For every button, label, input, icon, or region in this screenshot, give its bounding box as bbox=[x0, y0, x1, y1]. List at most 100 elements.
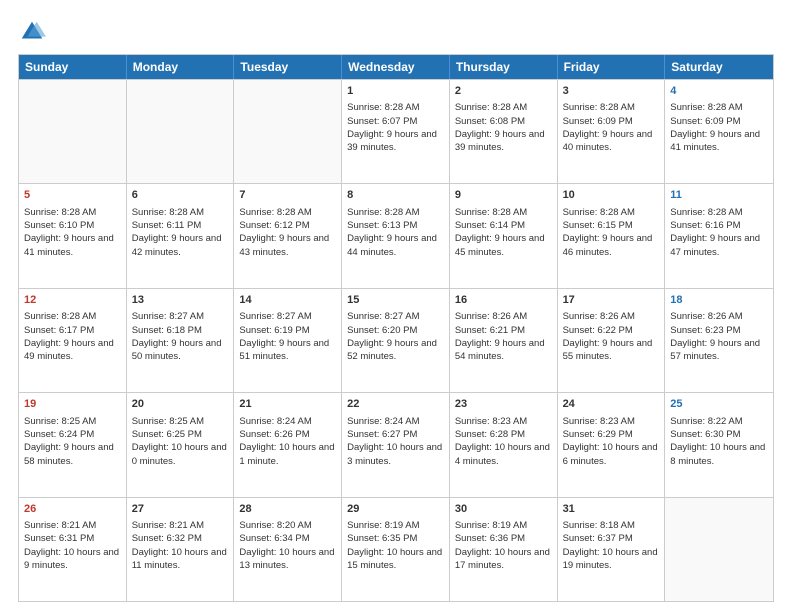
cal-cell bbox=[665, 498, 773, 601]
daylight-text: Daylight: 10 hours and 9 minutes. bbox=[24, 547, 119, 571]
sunrise-text: Sunrise: 8:25 AM bbox=[24, 416, 96, 427]
sunrise-text: Sunrise: 8:28 AM bbox=[239, 207, 311, 218]
daylight-text: Daylight: 9 hours and 41 minutes. bbox=[24, 233, 114, 257]
col-header-saturday: Saturday bbox=[665, 55, 773, 79]
daylight-text: Daylight: 10 hours and 8 minutes. bbox=[670, 442, 765, 466]
daylight-text: Daylight: 10 hours and 6 minutes. bbox=[563, 442, 658, 466]
sunset-text: Sunset: 6:19 PM bbox=[239, 325, 309, 336]
sunset-text: Sunset: 6:35 PM bbox=[347, 533, 417, 544]
sunrise-text: Sunrise: 8:19 AM bbox=[347, 520, 419, 531]
cal-cell: 18Sunrise: 8:26 AMSunset: 6:23 PMDayligh… bbox=[665, 289, 773, 392]
day-number: 1 bbox=[347, 84, 444, 99]
sunset-text: Sunset: 6:21 PM bbox=[455, 325, 525, 336]
cal-cell: 29 Sunrise: 8:19 AM Sunset: 6:35 PM Dayligh… bbox=[342, 498, 450, 601]
sunset-text: Sunset: 6:13 PM bbox=[347, 220, 417, 231]
sunset-text: Sunset: 6:20 PM bbox=[347, 325, 417, 336]
cal-cell bbox=[234, 80, 342, 183]
sunset-text: Sunset: 6:10 PM bbox=[24, 220, 94, 231]
sunrise-text: Sunrise: 8:24 AM bbox=[347, 416, 419, 427]
day-number: 29 bbox=[347, 502, 444, 517]
sunrise-text: Sunrise: 8:28 AM bbox=[455, 102, 527, 113]
cal-cell: 14Sunrise: 8:27 AMSunset: 6:19 PMDayligh… bbox=[234, 289, 342, 392]
sunrise-text: Sunrise: 8:27 AM bbox=[239, 311, 311, 322]
sunrise-text: Sunrise: 8:28 AM bbox=[563, 102, 635, 113]
cal-cell: 15Sunrise: 8:27 AMSunset: 6:20 PMDayligh… bbox=[342, 289, 450, 392]
sunrise-text: Sunrise: 8:28 AM bbox=[455, 207, 527, 218]
daylight-text: Daylight: 9 hours and 39 minutes. bbox=[455, 129, 545, 153]
sunset-text: Sunset: 6:11 PM bbox=[132, 220, 202, 231]
day-number: 31 bbox=[563, 502, 660, 517]
daylight-text: Daylight: 10 hours and 4 minutes. bbox=[455, 442, 550, 466]
sunset-text: Sunset: 6:31 PM bbox=[24, 533, 94, 544]
daylight-text: Daylight: 9 hours and 44 minutes. bbox=[347, 233, 437, 257]
sunrise-text: Sunrise: 8:21 AM bbox=[24, 520, 96, 531]
cal-cell: 12Sunrise: 8:28 AMSunset: 6:17 PMDayligh… bbox=[19, 289, 127, 392]
daylight-text: Daylight: 9 hours and 52 minutes. bbox=[347, 338, 437, 362]
sunrise-text: Sunrise: 8:18 AM bbox=[563, 520, 635, 531]
cal-cell: 22Sunrise: 8:24 AMSunset: 6:27 PMDayligh… bbox=[342, 393, 450, 496]
page: SundayMondayTuesdayWednesdayThursdayFrid… bbox=[0, 0, 792, 612]
day-number: 4 bbox=[670, 84, 768, 99]
sunset-text: Sunset: 6:14 PM bbox=[455, 220, 525, 231]
cal-cell: 31Sunrise: 8:18 AMSunset: 6:37 PMDayligh… bbox=[558, 498, 666, 601]
day-number: 13 bbox=[132, 293, 229, 308]
sunset-text: Sunset: 6:32 PM bbox=[132, 533, 202, 544]
cal-cell: 11Sunrise: 8:28 AMSunset: 6:16 PMDayligh… bbox=[665, 184, 773, 287]
sunrise-text: Sunrise: 8:22 AM bbox=[670, 416, 742, 427]
daylight-text: Daylight: 9 hours and 58 minutes. bbox=[24, 442, 114, 466]
col-header-monday: Monday bbox=[127, 55, 235, 79]
day-number: 5 bbox=[24, 188, 121, 203]
cal-cell: 1Sunrise: 8:28 AMSunset: 6:07 PMDaylight… bbox=[342, 80, 450, 183]
day-number: 20 bbox=[132, 397, 229, 412]
day-number: 18 bbox=[670, 293, 768, 308]
week-row-2: 5 Sunrise: 8:28 AM Sunset: 6:10 PM Daylight… bbox=[19, 183, 773, 287]
cal-cell: 24Sunrise: 8:23 AMSunset: 6:29 PMDayligh… bbox=[558, 393, 666, 496]
daylight-text: Daylight: 9 hours and 55 minutes. bbox=[563, 338, 653, 362]
sunset-text: Sunset: 6:09 PM bbox=[670, 116, 740, 127]
day-number: 7 bbox=[239, 188, 336, 203]
day-number: 15 bbox=[347, 293, 444, 308]
day-number: 10 bbox=[563, 188, 660, 203]
sunset-text: Sunset: 6:27 PM bbox=[347, 429, 417, 440]
sunrise-text: Sunrise: 8:26 AM bbox=[563, 311, 635, 322]
daylight-text: Daylight: 9 hours and 41 minutes. bbox=[670, 129, 760, 153]
daylight-text: Daylight: 9 hours and 39 minutes. bbox=[347, 129, 437, 153]
sunrise-text: Sunrise: 8:23 AM bbox=[563, 416, 635, 427]
sunrise-text: Sunrise: 8:28 AM bbox=[24, 311, 96, 322]
cal-cell: 23Sunrise: 8:23 AMSunset: 6:28 PMDayligh… bbox=[450, 393, 558, 496]
week-row-3: 12Sunrise: 8:28 AMSunset: 6:17 PMDayligh… bbox=[19, 288, 773, 392]
calendar-body: 1Sunrise: 8:28 AMSunset: 6:07 PMDaylight… bbox=[19, 79, 773, 601]
daylight-text: Daylight: 9 hours and 46 minutes. bbox=[563, 233, 653, 257]
sunset-text: Sunset: 6:09 PM bbox=[563, 116, 633, 127]
col-header-sunday: Sunday bbox=[19, 55, 127, 79]
daylight-text: Daylight: 9 hours and 40 minutes. bbox=[563, 129, 653, 153]
cal-cell: 8Sunrise: 8:28 AMSunset: 6:13 PMDaylight… bbox=[342, 184, 450, 287]
logo bbox=[18, 18, 50, 46]
day-number: 12 bbox=[24, 293, 121, 308]
daylight-text: Daylight: 9 hours and 45 minutes. bbox=[455, 233, 545, 257]
daylight-text: Daylight: 10 hours and 0 minutes. bbox=[132, 442, 227, 466]
cal-cell: 3Sunrise: 8:28 AMSunset: 6:09 PMDaylight… bbox=[558, 80, 666, 183]
daylight-text: Daylight: 9 hours and 42 minutes. bbox=[132, 233, 222, 257]
sunrise-text: Sunrise: 8:28 AM bbox=[347, 102, 419, 113]
header bbox=[18, 18, 774, 46]
day-number: 27 bbox=[132, 502, 229, 517]
sunset-text: Sunset: 6:18 PM bbox=[132, 325, 202, 336]
daylight-text: Daylight: 10 hours and 15 minutes. bbox=[347, 547, 442, 571]
calendar: SundayMondayTuesdayWednesdayThursdayFrid… bbox=[18, 54, 774, 602]
daylight-text: Daylight: 9 hours and 47 minutes. bbox=[670, 233, 760, 257]
cal-cell: 21Sunrise: 8:24 AMSunset: 6:26 PMDayligh… bbox=[234, 393, 342, 496]
cal-cell: 6Sunrise: 8:28 AMSunset: 6:11 PMDaylight… bbox=[127, 184, 235, 287]
cal-cell: 19Sunrise: 8:25 AMSunset: 6:24 PMDayligh… bbox=[19, 393, 127, 496]
col-header-friday: Friday bbox=[558, 55, 666, 79]
sunrise-text: Sunrise: 8:28 AM bbox=[132, 207, 204, 218]
day-number: 9 bbox=[455, 188, 552, 203]
day-number: 8 bbox=[347, 188, 444, 203]
daylight-text: Daylight: 9 hours and 57 minutes. bbox=[670, 338, 760, 362]
day-number: 30 bbox=[455, 502, 552, 517]
daylight-text: Daylight: 9 hours and 49 minutes. bbox=[24, 338, 114, 362]
sunset-text: Sunset: 6:29 PM bbox=[563, 429, 633, 440]
week-row-5: 26Sunrise: 8:21 AMSunset: 6:31 PMDayligh… bbox=[19, 497, 773, 601]
cal-cell: 17Sunrise: 8:26 AMSunset: 6:22 PMDayligh… bbox=[558, 289, 666, 392]
sunset-text: Sunset: 6:37 PM bbox=[563, 533, 633, 544]
